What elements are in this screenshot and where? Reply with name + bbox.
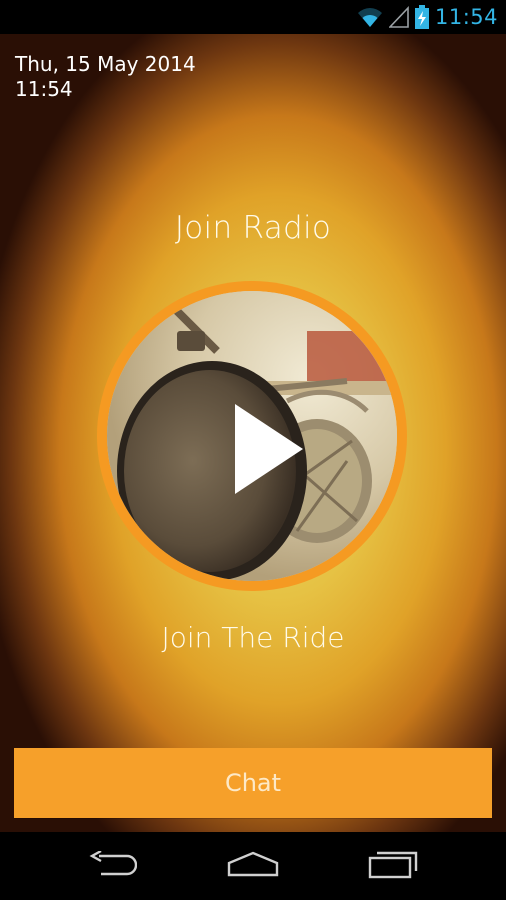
wifi-icon [357,6,383,28]
tagline: Join The Ride [161,621,345,654]
status-icons: 11:54 [357,0,498,34]
status-time: 11:54 [434,5,498,29]
home-icon [226,851,280,881]
navigation-bar [0,832,506,900]
signal-icon [388,6,409,28]
radio-screen: Thu, 15 May 2014 11:54 Join Radio Join T… [0,34,506,832]
screen: 11:54 Thu, 15 May 2014 11:54 Join Radio [0,0,506,900]
time-text: 11:54 [15,77,73,101]
play-icon[interactable] [225,404,315,494]
date-text: Thu, 15 May 2014 [15,52,196,76]
studio-microphone-photo [107,291,397,581]
page-title: Join Radio [174,210,332,246]
recent-apps-button[interactable] [333,832,453,900]
battery-charging-icon [414,5,429,29]
back-icon [89,849,138,881]
chat-button[interactable]: Chat [14,748,492,818]
back-button[interactable] [53,832,173,900]
radio-player[interactable] [97,281,407,591]
lockscreen-datetime: Thu, 15 May 2014 11:54 [15,52,196,102]
status-bar: 11:54 [0,0,506,34]
home-button[interactable] [193,832,313,900]
recent-apps-icon [368,849,418,883]
